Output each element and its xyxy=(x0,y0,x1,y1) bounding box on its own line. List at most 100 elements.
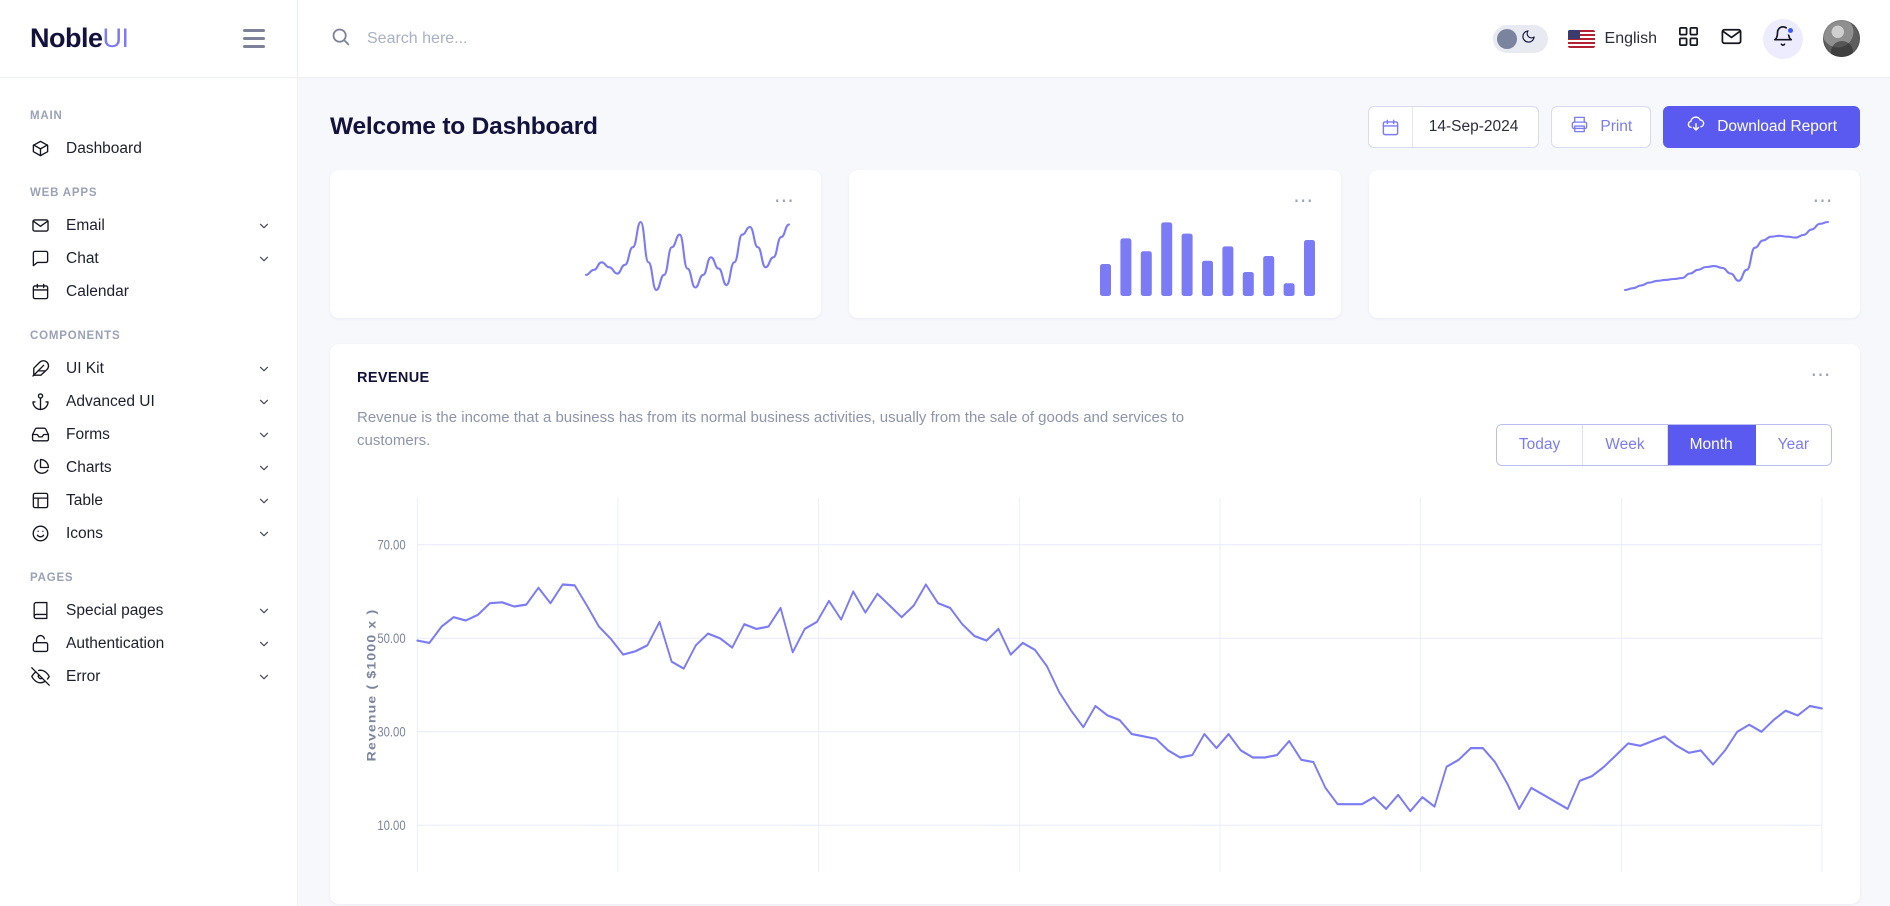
date-picker[interactable]: 14-Sep-2024 xyxy=(1367,106,1540,148)
sidebar-toggle-button[interactable] xyxy=(239,25,269,52)
sidebar-item-label: Charts xyxy=(66,458,112,476)
sidebar-category-components: COMPONENTS xyxy=(30,330,121,342)
app-logo[interactable]: NobleUI xyxy=(30,23,129,54)
smile-icon xyxy=(30,524,50,544)
anchor-icon xyxy=(30,392,50,412)
tab-week[interactable]: Week xyxy=(1583,425,1668,465)
tab-today[interactable]: Today xyxy=(1496,425,1584,465)
top-navbar: English xyxy=(298,0,1890,78)
page-title: Welcome to Dashboard xyxy=(330,113,598,140)
stat-card-body xyxy=(876,206,1315,296)
burger-line xyxy=(243,29,265,32)
topbar-actions: English xyxy=(1492,18,1860,59)
svg-text:10.00: 10.00 xyxy=(377,818,405,833)
stat-cards-row: ⋯ ⋯ ⋯ xyxy=(330,170,1860,318)
sidebar-item-email[interactable]: Email xyxy=(0,209,297,242)
chevron-down-icon xyxy=(257,637,271,651)
calendar-icon xyxy=(1369,107,1413,147)
revenue-card-header: REVENUE ⋯ xyxy=(357,365,1833,386)
stat-options-button[interactable]: ⋯ xyxy=(774,191,796,211)
sidebar-item-label: Special pages xyxy=(66,601,164,619)
sidebar-item-dashboard[interactable]: Dashboard xyxy=(0,132,297,165)
chevron-down-icon xyxy=(257,219,271,233)
message-square-icon xyxy=(30,249,50,269)
sidebar-item-table[interactable]: Table xyxy=(0,484,297,517)
chevron-down-icon xyxy=(257,527,271,541)
language-label: English xyxy=(1604,29,1657,47)
download-report-button[interactable]: Download Report xyxy=(1663,106,1860,148)
unlock-icon xyxy=(30,634,50,654)
logo-text-primary: Noble xyxy=(30,23,103,53)
stat-card-growth: ⋯ xyxy=(1368,170,1860,318)
app-root: NobleUI MAIN Dashboard WEB APPS Email Chat Ca… xyxy=(0,0,1890,906)
sidebar-item-error[interactable]: Error xyxy=(0,660,297,693)
page-header-actions: 14-Sep-2024 Print Download Report xyxy=(1367,106,1860,148)
main-region: English xyxy=(298,0,1890,906)
stat-options-button[interactable]: ⋯ xyxy=(1812,191,1834,211)
sidebar-item-special-pages[interactable]: Special pages xyxy=(0,594,297,627)
layout-icon xyxy=(30,491,50,511)
tab-year[interactable]: Year xyxy=(1755,425,1831,465)
sidebar-item-label: UI Kit xyxy=(66,359,104,377)
stat-card-header: ⋯ xyxy=(876,191,1315,211)
revenue-title: REVENUE xyxy=(357,370,430,386)
stat-options-button[interactable]: ⋯ xyxy=(1293,191,1315,211)
chevron-down-icon xyxy=(257,395,271,409)
sidebar-item-chat[interactable]: Chat xyxy=(0,242,297,275)
stat-card-header: ⋯ xyxy=(1396,191,1834,211)
search-icon xyxy=(330,26,351,52)
sidebar-item-icons[interactable]: Icons xyxy=(0,517,297,550)
eye-off-icon xyxy=(30,667,50,687)
sidebar-item-ui-kit[interactable]: UI Kit xyxy=(0,352,297,385)
revenue-card: REVENUE ⋯ Revenue is the income that a b… xyxy=(330,344,1860,904)
revenue-options-button[interactable]: ⋯ xyxy=(1811,365,1833,385)
notifications-button[interactable] xyxy=(1763,18,1803,59)
sidebar-item-label: Forms xyxy=(66,425,110,443)
tab-month[interactable]: Month xyxy=(1667,425,1756,465)
burger-line xyxy=(243,45,265,48)
sidebar-item-forms[interactable]: Forms xyxy=(0,418,297,451)
sidebar-item-charts[interactable]: Charts xyxy=(0,451,297,484)
notification-badge xyxy=(1786,25,1795,35)
stat-card-body xyxy=(357,206,795,296)
global-search[interactable] xyxy=(330,26,1479,52)
grid-icon xyxy=(1677,25,1700,53)
apps-grid-button[interactable] xyxy=(1677,25,1700,53)
sidebar-item-authentication[interactable]: Authentication xyxy=(0,627,297,660)
calendar-icon xyxy=(30,282,50,302)
stat-card-header: ⋯ xyxy=(357,191,796,211)
language-selector[interactable]: English xyxy=(1567,29,1657,48)
sidebar-item-calendar[interactable]: Calendar xyxy=(0,275,297,308)
burger-line xyxy=(243,37,265,40)
chevron-down-icon xyxy=(257,670,271,684)
chevron-down-icon xyxy=(257,252,271,266)
sidebar-item-label: Table xyxy=(66,491,104,509)
sidebar-item-label: Email xyxy=(66,216,105,234)
print-label: Print xyxy=(1600,118,1633,135)
messages-button[interactable] xyxy=(1720,25,1743,53)
sidebar-item-advanced-ui[interactable]: Advanced UI xyxy=(0,385,297,418)
dark-mode-toggle[interactable] xyxy=(1492,24,1548,53)
sidebar-brand: NobleUI xyxy=(0,0,297,78)
sidebar-item-label: Chat xyxy=(66,249,99,267)
svg-text:30.00: 30.00 xyxy=(377,724,405,739)
mail-icon xyxy=(30,216,50,236)
pie-chart-icon xyxy=(30,458,50,478)
print-button[interactable]: Print xyxy=(1551,106,1652,148)
inbox-icon xyxy=(30,425,50,445)
avatar[interactable] xyxy=(1823,20,1860,57)
printer-icon xyxy=(1570,115,1589,139)
chevron-down-icon xyxy=(257,604,271,618)
sidebar: NobleUI MAIN Dashboard WEB APPS Email Chat Ca… xyxy=(0,0,298,906)
mail-icon xyxy=(1720,25,1743,53)
sidebar-item-label: Authentication xyxy=(66,634,165,652)
sidebar-item-label: Advanced UI xyxy=(66,392,155,410)
search-input[interactable] xyxy=(367,29,787,48)
stat-line-chart xyxy=(1623,220,1830,292)
chevron-down-icon xyxy=(257,362,271,376)
stat-bar-chart xyxy=(1099,222,1315,296)
revenue-subheader: Revenue is the income that a business ha… xyxy=(357,386,1832,466)
sidebar-item-label: Dashboard xyxy=(66,139,142,157)
